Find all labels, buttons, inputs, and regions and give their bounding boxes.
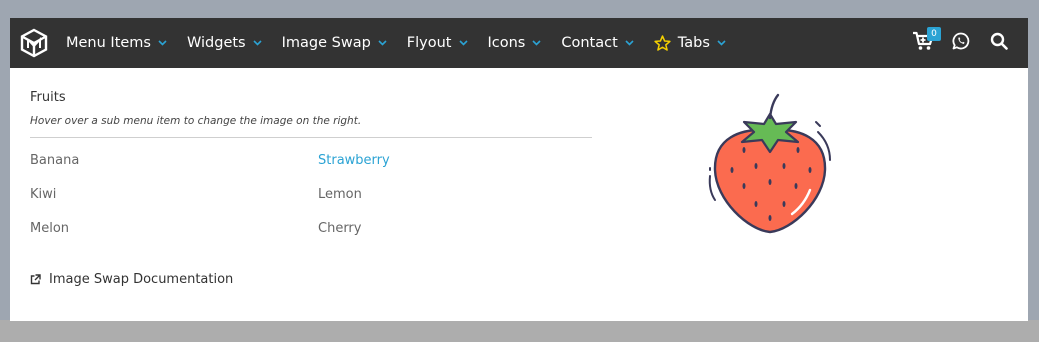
sub-menu-item-cherry[interactable]: Cherry bbox=[318, 221, 361, 236]
nav-item-image-swap[interactable]: Image Swap bbox=[272, 18, 397, 68]
nav-item-contact[interactable]: Contact bbox=[551, 18, 643, 68]
nav-item-label: Tabs bbox=[677, 35, 710, 51]
chevron-down-icon bbox=[458, 40, 468, 46]
mega-menu-bar: Menu Items Widgets Image Swap Flyout Ico… bbox=[10, 18, 1028, 68]
cart-button[interactable]: 0 bbox=[904, 18, 942, 68]
nav-item-label: Contact bbox=[561, 35, 618, 51]
divider bbox=[30, 137, 592, 138]
sub-menu-item-lemon[interactable]: Lemon bbox=[318, 187, 362, 202]
search-icon bbox=[990, 32, 1008, 54]
main-nav: Menu Items Widgets Image Swap Flyout Ico… bbox=[56, 18, 736, 68]
sub-menu-item-kiwi[interactable]: Kiwi bbox=[30, 187, 56, 202]
nav-item-label: Image Swap bbox=[281, 35, 371, 51]
strawberry-illustration bbox=[700, 90, 840, 240]
chevron-down-icon bbox=[717, 40, 726, 46]
star-icon bbox=[654, 35, 671, 51]
chevron-down-icon bbox=[532, 40, 541, 46]
nav-item-tabs[interactable]: Tabs bbox=[644, 18, 736, 68]
search-button[interactable] bbox=[980, 18, 1018, 68]
chevron-down-icon bbox=[625, 40, 634, 46]
documentation-link-label: Image Swap Documentation bbox=[49, 272, 234, 287]
nav-item-label: Icons bbox=[487, 35, 526, 51]
sub-menu-item-banana[interactable]: Banana bbox=[30, 153, 79, 168]
nav-item-widgets[interactable]: Widgets bbox=[177, 18, 272, 68]
dropdown-heading: Fruits bbox=[30, 90, 66, 105]
page-background-band bbox=[0, 320, 1039, 342]
sub-menu-item-melon[interactable]: Melon bbox=[30, 221, 69, 236]
dropdown-subheading: Hover over a sub menu item to change the… bbox=[30, 115, 362, 127]
whatsapp-button[interactable] bbox=[942, 18, 980, 68]
nav-item-icons[interactable]: Icons bbox=[478, 18, 552, 68]
nav-item-menu-items[interactable]: Menu Items bbox=[56, 18, 177, 68]
nav-item-label: Flyout bbox=[406, 35, 452, 51]
nav-item-flyout[interactable]: Flyout bbox=[397, 18, 478, 68]
external-link-icon bbox=[30, 274, 41, 285]
logo-icon[interactable] bbox=[12, 18, 56, 68]
menu-right-icons: 0 bbox=[904, 18, 1028, 68]
whatsapp-icon bbox=[952, 32, 970, 54]
chevron-down-icon bbox=[378, 40, 387, 46]
cart-count-badge: 0 bbox=[927, 27, 941, 41]
nav-item-label: Widgets bbox=[186, 35, 246, 51]
documentation-link[interactable]: Image Swap Documentation bbox=[30, 272, 233, 287]
chevron-down-icon bbox=[253, 40, 262, 46]
nav-item-label: Menu Items bbox=[66, 35, 151, 51]
chevron-down-icon bbox=[158, 40, 167, 46]
sub-menu-item-strawberry[interactable]: Strawberry bbox=[318, 153, 390, 168]
image-swap-dropdown-panel: Fruits Hover over a sub menu item to cha… bbox=[10, 68, 1028, 321]
